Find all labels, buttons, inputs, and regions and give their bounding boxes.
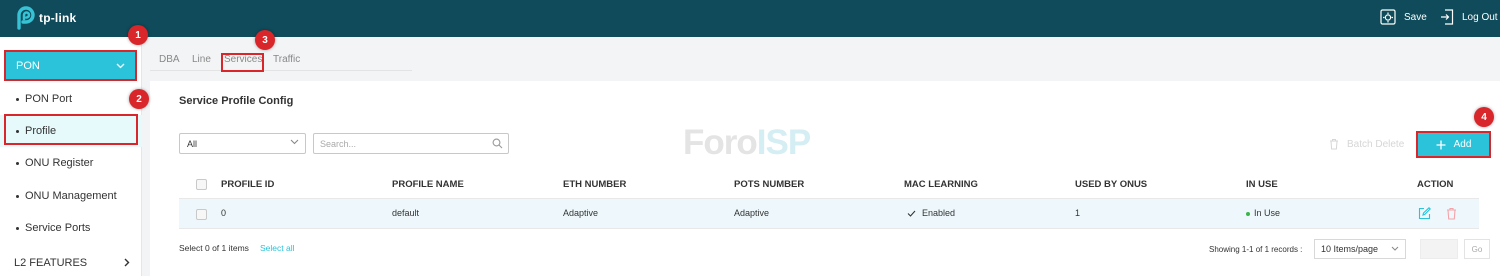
- sidebar-item-label: ONU Management: [25, 190, 117, 202]
- search-placeholder: Search...: [320, 138, 357, 149]
- annotation-badge-3: 3: [255, 30, 275, 50]
- sidebar-item-label: ONU Register: [25, 157, 94, 169]
- edit-icon[interactable]: [1418, 207, 1431, 223]
- watermark: ForoISP: [683, 123, 811, 163]
- highlight-box-services: [221, 53, 264, 72]
- column-header-eth-number: ETH NUMBER: [563, 179, 627, 190]
- watermark-part2: ISP: [756, 123, 811, 162]
- mac-learning-value: Enabled: [922, 208, 956, 218]
- cell-profile-id: 0: [221, 208, 227, 218]
- bullet-icon: [16, 97, 19, 101]
- trash-icon: [1330, 139, 1338, 150]
- cell-eth-number: Adaptive: [563, 208, 599, 218]
- table-row[interactable]: 0 default Adaptive Adaptive Enabled 1 In…: [179, 199, 1479, 229]
- sidebar-item-onu-register[interactable]: ONU Register: [0, 147, 142, 179]
- per-page-value: 10 Items/page: [1321, 244, 1379, 254]
- main-panel: Service Profile Config All Search... For…: [150, 81, 1500, 276]
- brand-logo: tp-link: [14, 6, 76, 30]
- sidebar-item-service-ports[interactable]: Service Ports: [0, 212, 142, 244]
- records-summary: Showing 1-1 of 1 records :: [1209, 245, 1303, 254]
- row-checkbox[interactable]: [196, 209, 207, 220]
- column-header-profile-id: PROFILE ID: [221, 179, 275, 190]
- highlight-box-add: [1416, 131, 1491, 158]
- status-dot-icon: [1246, 211, 1250, 216]
- sidebar-item-onu-management[interactable]: ONU Management: [0, 180, 142, 212]
- tab-traffic[interactable]: Traffic: [273, 54, 300, 65]
- cell-mac-learning: Enabled: [907, 208, 955, 218]
- logout-label: Log Out: [1462, 11, 1498, 23]
- select-all-checkbox[interactable]: [196, 179, 207, 190]
- page-title: Service Profile Config: [179, 95, 294, 107]
- sidebar: PON PON Port Profile ONU Register ONU Ma…: [0, 37, 142, 276]
- cell-in-use: In Use: [1246, 208, 1280, 218]
- go-button[interactable]: Go: [1464, 239, 1490, 259]
- column-header-profile-name: PROFILE NAME: [392, 179, 464, 190]
- save-gear-icon: [1380, 9, 1396, 25]
- sidebar-item-label: Service Ports: [25, 222, 91, 234]
- check-icon: [907, 210, 916, 217]
- tab-bar: DBA Line Services Traffic: [150, 46, 412, 71]
- chevron-down-icon: [290, 139, 299, 145]
- annotation-badge-2: 2: [129, 89, 149, 109]
- select-all-link[interactable]: Select all: [260, 243, 295, 253]
- column-header-pots-number: POTS NUMBER: [734, 179, 805, 190]
- page-number-input[interactable]: [1420, 239, 1458, 259]
- chevron-down-icon: [1391, 246, 1399, 251]
- sidebar-section-label: PON: [16, 59, 40, 72]
- selection-count: Select 0 of 1 items: [179, 243, 249, 253]
- top-bar: tp-link Save Log Out: [0, 0, 1500, 37]
- cell-profile-name: default: [392, 208, 420, 218]
- chevron-right-icon: [124, 258, 130, 267]
- search-icon: [492, 138, 503, 149]
- search-input[interactable]: Search...: [313, 133, 509, 154]
- tab-dba[interactable]: DBA: [159, 54, 180, 65]
- column-header-mac-learning: MAC LEARNING: [904, 179, 978, 190]
- in-use-value: In Use: [1254, 208, 1281, 218]
- tab-line[interactable]: Line: [192, 54, 211, 65]
- batch-delete-button[interactable]: Batch Delete: [1329, 138, 1404, 150]
- bullet-icon: [16, 194, 19, 198]
- sidebar-item-pon-port[interactable]: PON Port: [0, 83, 142, 115]
- table-header: PROFILE ID PROFILE NAME ETH NUMBER POTS …: [179, 169, 1479, 199]
- bullet-icon: [16, 226, 19, 230]
- filter-value: All: [187, 138, 198, 149]
- tp-link-logo-icon: [17, 6, 35, 30]
- save-button[interactable]: Save: [1380, 9, 1427, 25]
- logout-icon: [1441, 9, 1454, 25]
- cell-used-by-onus: 1: [1075, 208, 1081, 218]
- annotation-badge-1: 1: [128, 25, 148, 45]
- sidebar-section-l2-features[interactable]: L2 FEATURES: [0, 249, 142, 276]
- annotation-badge-4: 4: [1474, 107, 1494, 127]
- highlight-box-profile: [4, 114, 138, 145]
- logout-button[interactable]: Log Out: [1440, 9, 1498, 25]
- cell-pots-number: Adaptive: [734, 208, 770, 218]
- chevron-down-icon: [116, 63, 125, 68]
- column-header-used-by-onus: USED BY ONUS: [1075, 179, 1148, 190]
- filter-dropdown[interactable]: All: [179, 133, 306, 154]
- delete-icon[interactable]: [1446, 207, 1457, 223]
- bullet-icon: [16, 161, 19, 165]
- column-header-action: ACTION: [1417, 179, 1454, 190]
- sidebar-item-label: PON Port: [25, 93, 73, 105]
- batch-delete-label: Batch Delete: [1347, 138, 1405, 150]
- watermark-part1: Foro: [683, 123, 758, 162]
- items-per-page-dropdown[interactable]: 10 Items/page: [1314, 239, 1406, 259]
- brand-name: tp-link: [39, 11, 77, 25]
- save-label: Save: [1404, 11, 1427, 23]
- column-header-in-use: IN USE: [1246, 179, 1278, 190]
- sidebar-section-pon[interactable]: PON: [4, 50, 137, 81]
- sidebar-section-label: L2 FEATURES: [14, 256, 88, 269]
